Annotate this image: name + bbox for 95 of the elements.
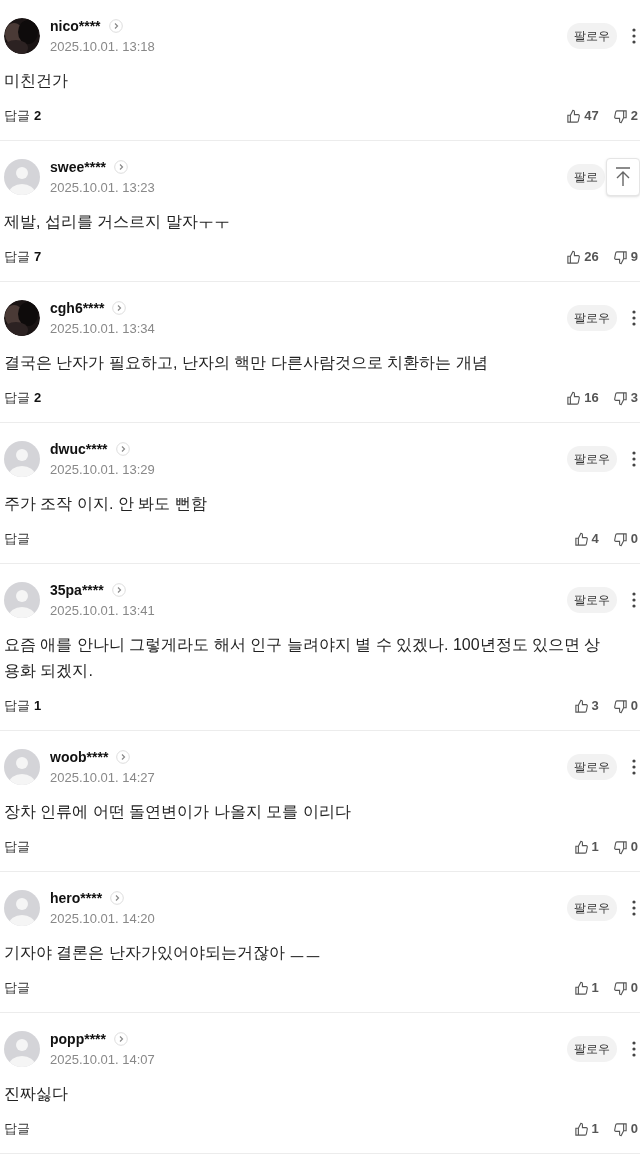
like-button[interactable]: 26 <box>566 247 599 267</box>
thumbs-down-icon <box>612 531 628 547</box>
thumbs-up-icon <box>573 839 589 855</box>
dislike-button[interactable]: 0 <box>612 529 638 549</box>
comment-text: 주가 조작 이지. 안 봐도 뻔함 <box>4 494 208 514</box>
follow-button[interactable]: 팔로우 <box>567 305 617 331</box>
comment-text: 장차 인류에 어떤 돌연변이가 나올지 모를 이리다 <box>4 802 352 822</box>
chevron-right-icon[interactable] <box>112 300 127 315</box>
avatar-icon <box>4 159 40 195</box>
reply-link[interactable]: 답글 <box>4 1119 30 1139</box>
chevron-right-icon[interactable] <box>114 159 129 174</box>
comment-date: 2025.10.01. 14:07 <box>50 1050 155 1069</box>
thumbs-up-icon <box>566 249 582 265</box>
chevron-right-icon[interactable] <box>111 582 126 597</box>
username[interactable]: dwuc**** <box>50 439 108 458</box>
username[interactable]: cgh6**** <box>50 298 105 317</box>
thumbs-down-icon <box>612 249 628 265</box>
comment-text: 진짜싫다 <box>4 1084 69 1104</box>
comment-date: 2025.10.01. 14:20 <box>50 909 155 928</box>
username[interactable]: hero**** <box>50 888 103 907</box>
follow-button[interactable]: 팔로우 <box>567 587 617 613</box>
more-options-icon[interactable] <box>632 900 636 916</box>
dislike-button[interactable]: 0 <box>612 837 638 857</box>
reply-link[interactable]: 답글 1 <box>4 696 42 716</box>
comment-date: 2025.10.01. 13:29 <box>50 460 155 479</box>
thumbs-up-icon <box>573 698 589 714</box>
comment-text: 결국은 난자가 필요하고, 난자의 핵만 다른사람것으로 치환하는 개념 <box>4 353 489 373</box>
like-button[interactable]: 1 <box>573 837 599 857</box>
chevron-right-icon[interactable] <box>116 749 131 764</box>
more-options-icon[interactable] <box>632 310 636 326</box>
dislike-button[interactable]: 9 <box>612 247 638 267</box>
thumbs-up-icon <box>566 108 582 124</box>
reply-link[interactable]: 답글 2 <box>4 388 42 408</box>
thumbs-up-icon <box>566 390 582 406</box>
comment-date: 2025.10.01. 14:27 <box>50 768 155 787</box>
chevron-right-icon[interactable] <box>110 890 125 905</box>
like-button[interactable]: 4 <box>573 529 599 549</box>
thumbs-down-icon <box>612 698 628 714</box>
follow-button[interactable]: 팔로우 <box>567 1036 617 1062</box>
like-button[interactable]: 1 <box>573 1119 599 1139</box>
username[interactable]: swee**** <box>50 157 107 176</box>
username[interactable]: nico**** <box>50 16 101 35</box>
follow-button[interactable]: 팔로우 <box>567 895 617 921</box>
comment-text: 미친건가 <box>4 71 69 91</box>
reply-link[interactable]: 답글 <box>4 529 30 549</box>
more-options-icon[interactable] <box>632 592 636 608</box>
more-options-icon[interactable] <box>632 759 636 775</box>
comment-text: 제발, 섭리를 거스르지 말자ㅜㅜ <box>4 212 231 232</box>
more-options-icon[interactable] <box>632 28 636 44</box>
avatar-icon <box>4 582 40 618</box>
comment-date: 2025.10.01. 13:23 <box>50 178 155 197</box>
follow-button[interactable]: 팔로우 <box>567 446 617 472</box>
comment-date: 2025.10.01. 13:41 <box>50 601 155 620</box>
comment-text: 요즘 애를 안나니 그렇게라도 해서 인구 늘려야지 별 수 있겠나. 100년정도 있으면 상용화 되겠지. <box>4 635 602 681</box>
dislike-button[interactable]: 2 <box>612 106 638 126</box>
more-options-icon[interactable] <box>632 1041 636 1057</box>
dislike-button[interactable]: 0 <box>612 978 638 998</box>
thumbs-down-icon <box>612 1121 628 1137</box>
thumbs-down-icon <box>612 839 628 855</box>
thumbs-down-icon <box>612 108 628 124</box>
arrow-up-icon <box>614 167 632 187</box>
reply-link[interactable]: 답글 <box>4 837 30 857</box>
dislike-button[interactable]: 0 <box>612 1119 638 1139</box>
scroll-to-top-button[interactable] <box>606 158 640 196</box>
thumbs-up-icon <box>573 531 589 547</box>
reply-link[interactable]: 답글 2 <box>4 106 42 126</box>
thumbs-up-icon <box>573 1121 589 1137</box>
comment-date: 2025.10.01. 13:34 <box>50 319 155 338</box>
like-button[interactable]: 1 <box>573 978 599 998</box>
thumbs-up-icon <box>573 980 589 996</box>
avatar-icon <box>4 441 40 477</box>
like-button[interactable]: 47 <box>566 106 599 126</box>
like-button[interactable]: 16 <box>566 388 599 408</box>
username[interactable]: popp**** <box>50 1029 106 1048</box>
avatar-icon <box>4 890 40 926</box>
thumbs-down-icon <box>612 980 628 996</box>
comment-date: 2025.10.01. 13:18 <box>50 37 155 56</box>
follow-button[interactable]: 팔로우 <box>567 754 617 780</box>
more-options-icon[interactable] <box>632 451 636 467</box>
reply-link[interactable]: 답글 <box>4 978 30 998</box>
chevron-right-icon[interactable] <box>114 1031 128 1046</box>
avatar-icon <box>4 1031 40 1067</box>
dislike-button[interactable]: 3 <box>612 388 638 408</box>
comment-text: 기자야 결론은 난자가있어야되는거잖아 ㅡㅡ <box>4 943 323 963</box>
thumbs-down-icon <box>612 390 628 406</box>
chevron-right-icon[interactable] <box>108 18 123 33</box>
reply-link[interactable]: 답글 7 <box>4 247 42 267</box>
follow-button[interactable]: 팔로우 <box>567 23 617 49</box>
username[interactable]: 35pa**** <box>50 580 104 599</box>
follow-button[interactable]: 팔로 <box>567 164 605 190</box>
like-button[interactable]: 3 <box>573 696 599 716</box>
username[interactable]: woob**** <box>50 747 109 766</box>
chevron-right-icon[interactable] <box>115 441 130 456</box>
dislike-button[interactable]: 0 <box>612 696 638 716</box>
avatar-icon <box>4 749 40 785</box>
